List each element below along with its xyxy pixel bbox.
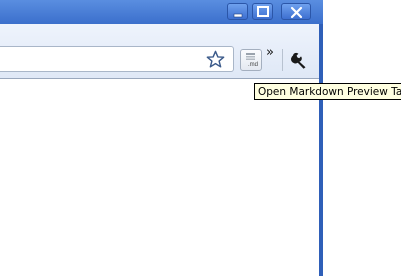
wrench-icon[interactable]: [290, 51, 310, 69]
maximize-icon: [257, 6, 269, 17]
toolbar-separator: [282, 49, 283, 71]
extension-button-label: .md: [248, 62, 259, 68]
star-icon[interactable]: [206, 50, 225, 69]
browser-toolbar: .md »: [0, 24, 319, 79]
tooltip: Open Markdown Preview Tab: [254, 83, 401, 100]
document-icon: [246, 53, 255, 60]
page-content[interactable]: [0, 79, 319, 276]
overflow-chevron-icon[interactable]: »: [266, 46, 274, 59]
title-bar[interactable]: [0, 0, 323, 24]
minimize-icon: [233, 13, 243, 18]
markdown-preview-extension-button[interactable]: .md: [240, 49, 262, 71]
close-icon: [290, 6, 303, 19]
minimize-button[interactable]: [227, 3, 248, 20]
close-button[interactable]: [281, 3, 311, 20]
maximize-button[interactable]: [252, 3, 273, 20]
browser-window: .md »: [0, 0, 323, 276]
address-bar[interactable]: [0, 46, 234, 72]
